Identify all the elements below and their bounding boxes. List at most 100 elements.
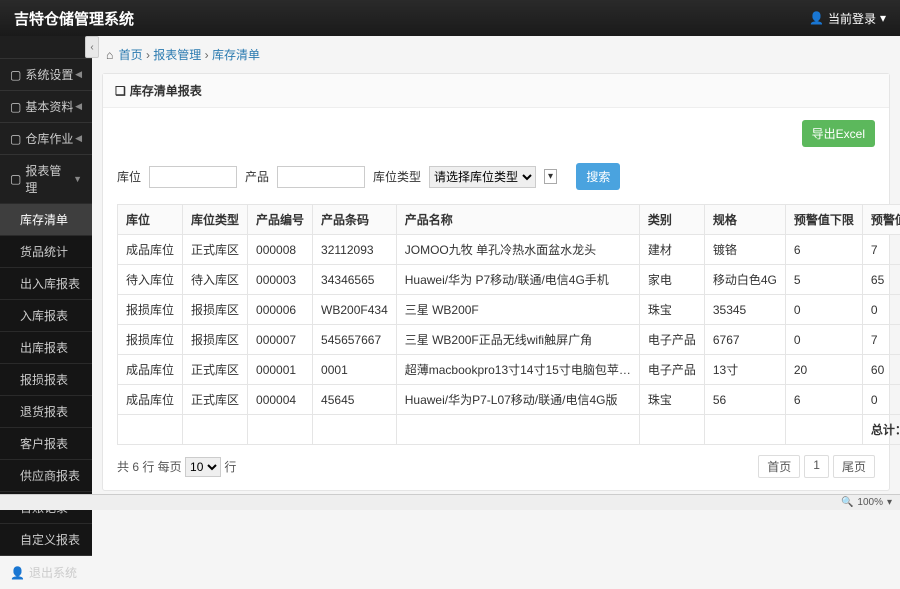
location-input[interactable] bbox=[149, 166, 237, 188]
cell: 6 bbox=[785, 235, 862, 265]
zoom-level: 100% bbox=[857, 497, 883, 508]
product-input[interactable] bbox=[277, 166, 365, 188]
sidebar-item[interactable]: 库存清单 bbox=[0, 203, 92, 235]
caret-left-icon: ◀ bbox=[75, 101, 82, 112]
chevron-down-icon: ▾ bbox=[880, 11, 886, 25]
sidebar-item[interactable]: 报损报表 bbox=[0, 363, 92, 395]
table-row[interactable]: 待入库位待入库区00000334346565Huawei/华为 P7移动/联通/… bbox=[118, 265, 900, 295]
label-loctype: 库位类型 bbox=[373, 168, 421, 185]
sidebar-item[interactable]: 出库报表 bbox=[0, 331, 92, 363]
cell: 000006 bbox=[248, 295, 313, 325]
dropdown-toggle-icon[interactable]: ▾ bbox=[544, 169, 557, 184]
sidebar: ‹ ▢系统设置 ◀ ▢基本资料 ◀ ▢仓库作业 ◀ ▢报表管理 ▼ 库存清单货品… bbox=[0, 36, 92, 494]
table-row[interactable]: 报损库位报损库区000006WB200F434三星 WB200F珠宝353450… bbox=[118, 295, 900, 325]
column-header: 产品编号 bbox=[248, 205, 313, 235]
sidebar-item[interactable]: 供应商报表 bbox=[0, 459, 92, 491]
cell: 000007 bbox=[248, 325, 313, 355]
cell: 34346565 bbox=[313, 265, 397, 295]
cell: 000004 bbox=[248, 385, 313, 415]
crumb-leaf[interactable]: 库存清单 bbox=[212, 48, 260, 62]
cell: 45645 bbox=[313, 385, 397, 415]
column-header: 类别 bbox=[639, 205, 704, 235]
cell: 成品库位 bbox=[118, 235, 183, 265]
sidebar-group-reports[interactable]: ▢报表管理 ▼ bbox=[0, 154, 92, 203]
cell: 7 bbox=[862, 235, 900, 265]
sidebar-group-warehouse[interactable]: ▢仓库作业 ◀ bbox=[0, 122, 92, 154]
sidebar-group-basic[interactable]: ▢基本资料 ◀ bbox=[0, 90, 92, 122]
caret-left-icon: ◀ bbox=[75, 133, 82, 144]
cell: 正式库区 bbox=[183, 355, 248, 385]
status-bar: 🔍 100% ▾ bbox=[0, 494, 900, 510]
sidebar-collapse-toggle[interactable]: ‹ bbox=[85, 36, 99, 58]
user-icon: 👤 bbox=[10, 566, 25, 580]
bookmark-icon: ▢ bbox=[10, 172, 21, 186]
sidebar-group-system[interactable]: ▢系统设置 ◀ bbox=[0, 58, 92, 90]
cell: 珠宝 bbox=[639, 295, 704, 325]
main-area: ⌂ 首页 › 报表管理 › 库存清单 ❏ 库存清单报表 导出Excel 库位 产… bbox=[92, 36, 900, 494]
cell: 60 bbox=[862, 355, 900, 385]
cell: 6 bbox=[785, 385, 862, 415]
sidebar-item[interactable]: 货品统计 bbox=[0, 235, 92, 267]
cell: 0 bbox=[785, 325, 862, 355]
rows-per-page-select[interactable]: 10 bbox=[185, 457, 221, 477]
app-brand: 吉特仓储管理系统 bbox=[14, 8, 134, 29]
cell: 超薄macbookpro13寸14寸15寸电脑包苹… bbox=[396, 355, 639, 385]
crumb-home[interactable]: 首页 bbox=[119, 48, 143, 62]
cell: 000001 bbox=[248, 355, 313, 385]
cell: 三星 WB200F正品无线wifi触屏广角 bbox=[396, 325, 639, 355]
cell: 6767 bbox=[704, 325, 785, 355]
cell: 0 bbox=[862, 295, 900, 325]
cell: 成品库位 bbox=[118, 355, 183, 385]
filter-bar: 库位 产品 库位类型 请选择库位类型 ▾ 搜索 bbox=[117, 163, 875, 190]
cell: 000003 bbox=[248, 265, 313, 295]
sidebar-item[interactable]: 出入库报表 bbox=[0, 267, 92, 299]
sidebar-exit[interactable]: 👤 退出系统 bbox=[0, 555, 92, 589]
search-button[interactable]: 搜索 bbox=[576, 163, 620, 190]
column-header: 产品条码 bbox=[313, 205, 397, 235]
table-row[interactable]: 成品库位正式库区00000445645Huawei/华为P7-L07移动/联通/… bbox=[118, 385, 900, 415]
cell: 0001 bbox=[313, 355, 397, 385]
row-count: 共 6 行 每页 10 行 bbox=[117, 457, 236, 477]
column-header: 规格 bbox=[704, 205, 785, 235]
table-row[interactable]: 成品库位正式库区00000832112093JOMOO九牧 单孔冷热水面盆水龙头… bbox=[118, 235, 900, 265]
table-row[interactable]: 成品库位正式库区0000010001超薄macbookpro13寸14寸15寸电… bbox=[118, 355, 900, 385]
sidebar-item[interactable]: 退货报表 bbox=[0, 395, 92, 427]
cell: 000008 bbox=[248, 235, 313, 265]
sidebar-item[interactable]: 入库报表 bbox=[0, 299, 92, 331]
sidebar-top: ‹ bbox=[0, 36, 92, 58]
cell: 0 bbox=[862, 385, 900, 415]
pager-last[interactable]: 尾页 bbox=[833, 455, 875, 478]
cell: 建材 bbox=[639, 235, 704, 265]
cell: 报损库位 bbox=[118, 295, 183, 325]
panel-title: 库存清单报表 bbox=[130, 82, 202, 99]
cell: Huawei/华为P7-L07移动/联通/电信4G版 bbox=[396, 385, 639, 415]
export-excel-button[interactable]: 导出Excel bbox=[802, 120, 875, 147]
cell: 32112093 bbox=[313, 235, 397, 265]
sidebar-item[interactable]: 客户报表 bbox=[0, 427, 92, 459]
current-user-menu[interactable]: 👤 当前登录 ▾ bbox=[809, 10, 886, 27]
sum-label: 总计： bbox=[862, 415, 900, 445]
cell: 7 bbox=[862, 325, 900, 355]
cell: 镀铬 bbox=[704, 235, 785, 265]
zoom-icon: 🔍 bbox=[841, 497, 853, 508]
column-header: 预警值上限 bbox=[862, 205, 900, 235]
column-header: 库位 bbox=[118, 205, 183, 235]
column-header: 预警值下限 bbox=[785, 205, 862, 235]
user-icon: 👤 bbox=[809, 11, 824, 25]
loctype-select[interactable]: 请选择库位类型 bbox=[429, 166, 536, 188]
cell: 珠宝 bbox=[639, 385, 704, 415]
crumb-reports[interactable]: 报表管理 bbox=[153, 48, 201, 62]
panel-header: ❏ 库存清单报表 bbox=[103, 74, 889, 108]
cell: WB200F434 bbox=[313, 295, 397, 325]
table-row[interactable]: 报损库位报损库区000007545657667三星 WB200F正品无线wifi… bbox=[118, 325, 900, 355]
pager-first[interactable]: 首页 bbox=[758, 455, 800, 478]
caret-left-icon: ◀ bbox=[75, 69, 82, 80]
breadcrumb: ⌂ 首页 › 报表管理 › 库存清单 bbox=[102, 36, 890, 73]
cell: 待入库位 bbox=[118, 265, 183, 295]
cell: 报损库区 bbox=[183, 295, 248, 325]
cell: 家电 bbox=[639, 265, 704, 295]
pager-page[interactable]: 1 bbox=[804, 455, 829, 478]
caret-down-icon: ▼ bbox=[73, 174, 82, 184]
sidebar-item[interactable]: 自定义报表 bbox=[0, 523, 92, 555]
cell: 移动白色4G bbox=[704, 265, 785, 295]
